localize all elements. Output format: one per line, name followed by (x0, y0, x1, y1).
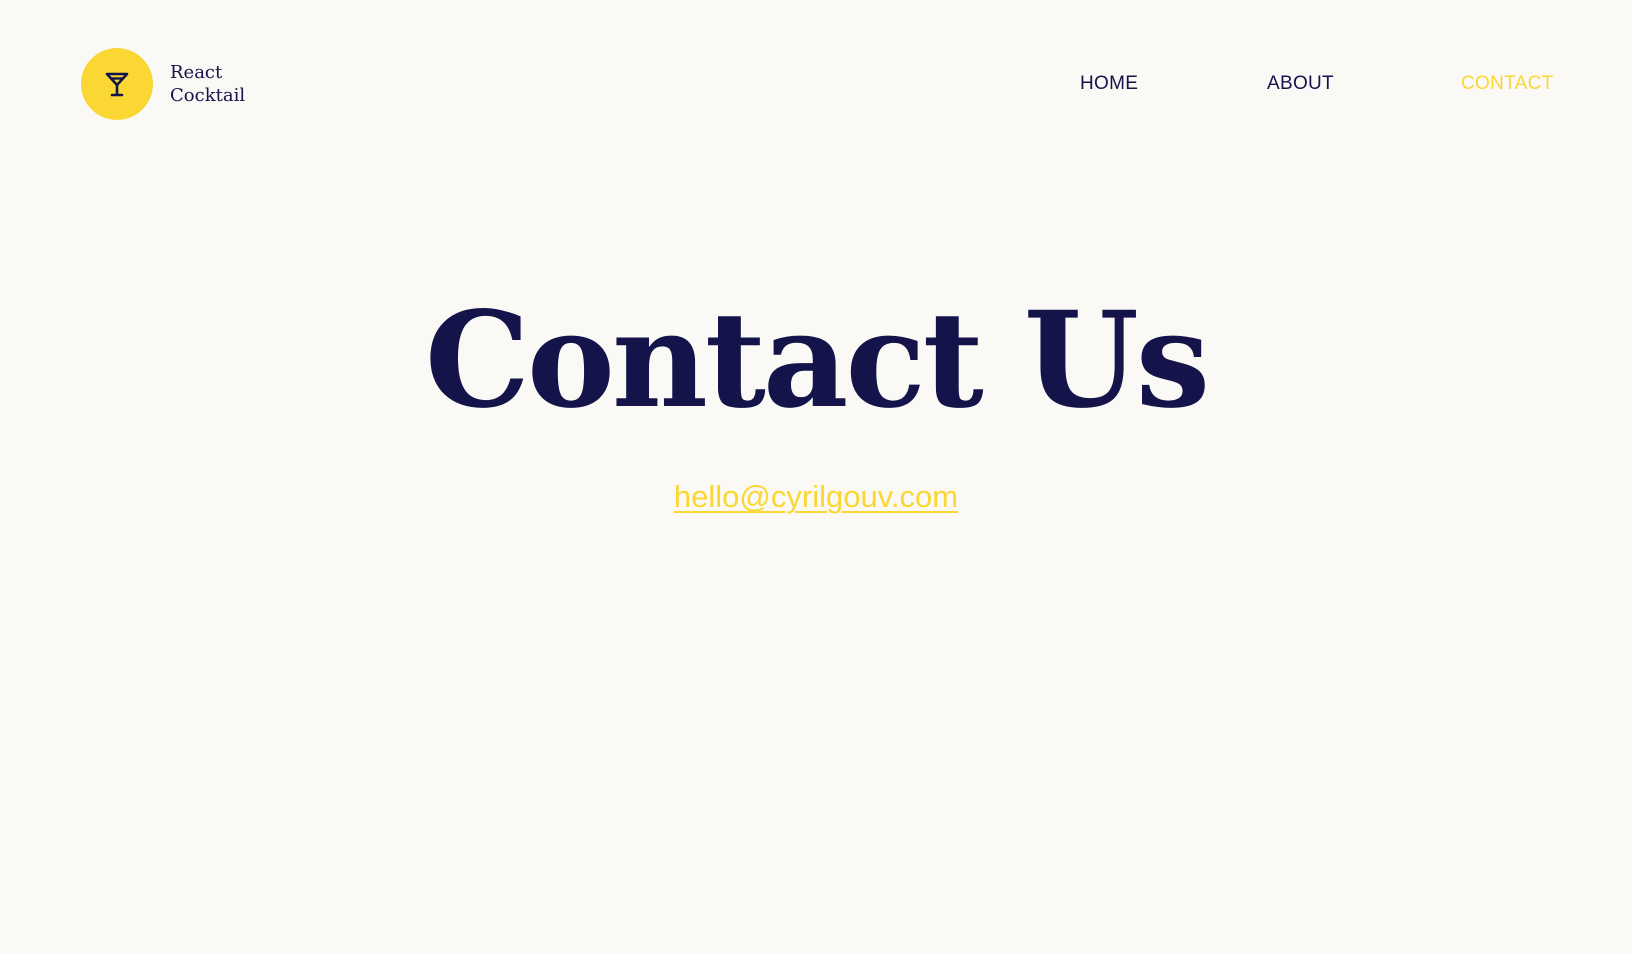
nav-link-contact[interactable]: CONTACT (1461, 73, 1554, 95)
nav-link-home[interactable]: HOME (1080, 73, 1138, 95)
page-title: Contact Us (424, 283, 1210, 438)
email-link[interactable]: hello@cyrilgouv.com (674, 479, 958, 514)
nav-link-about[interactable]: ABOUT (1267, 73, 1334, 95)
main-nav: HOME ABOUT CONTACT (0, 73, 1632, 95)
email-container: hello@cyrilgouv.com (0, 477, 1632, 523)
